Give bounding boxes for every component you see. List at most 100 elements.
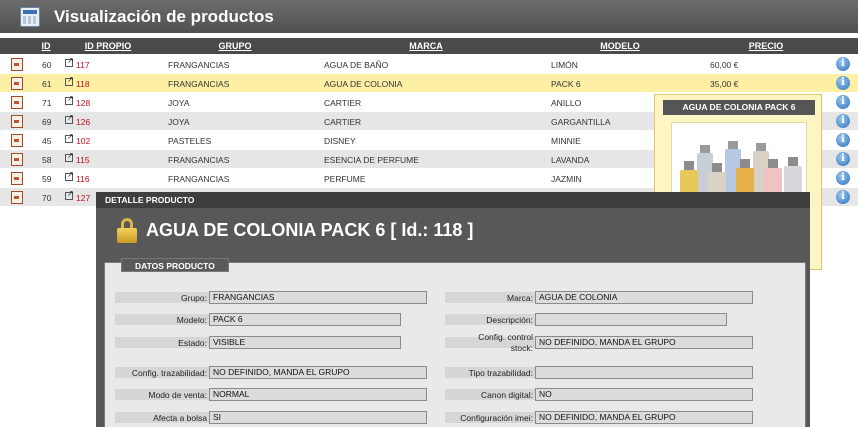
info-icon[interactable]: i (836, 76, 850, 90)
cell-marca: ESENCIA DE PERFUME (324, 155, 419, 165)
field-config-control-stock[interactable]: NO DEFINIDO, MANDA EL GRUPO (535, 336, 753, 349)
column-header-id-propio[interactable]: ID PROPIO (68, 41, 148, 51)
field-modelo[interactable]: PACK 6 (209, 313, 401, 326)
cell-id-propio: 102 (76, 136, 91, 146)
info-icon[interactable]: i (836, 171, 850, 185)
cell-modelo: LIMÓN (551, 60, 578, 70)
cell-id-propio: 127 (76, 193, 91, 203)
info-icon[interactable]: i (836, 133, 850, 147)
edit-document-icon[interactable] (11, 96, 23, 109)
external-link-icon[interactable] (65, 170, 74, 181)
field-estado[interactable]: VISIBLE (209, 336, 401, 349)
label-grupo: Grupo: (181, 293, 207, 303)
external-link-icon[interactable] (65, 94, 74, 105)
label-modelo: Modelo: (176, 315, 207, 325)
cell-id-propio: 116 (76, 174, 90, 184)
cell-modelo: MINNIE (551, 136, 581, 146)
field-marca[interactable]: AGUA DE COLONIA (535, 291, 753, 304)
detail-title: AGUA DE COLONIA PACK 6 [ Id.: 118 ] (146, 220, 474, 240)
field-tipo-trazabilidad[interactable] (535, 366, 753, 379)
field-afecta-bolsa[interactable]: SI (209, 411, 427, 424)
cell-precio: 35,00 € (710, 79, 739, 89)
cell-grupo: FRANGANCIAS (168, 79, 230, 89)
cell-id: 45 (42, 136, 52, 146)
external-link-icon[interactable] (65, 113, 74, 124)
cell-id: 70 (42, 193, 52, 203)
cell-modelo: LAVANDA (551, 155, 590, 165)
cell-modelo: GARGANTILLA (551, 117, 611, 127)
cell-marca: CARTIER (324, 98, 362, 108)
external-link-icon[interactable] (65, 75, 74, 86)
label-descripcion: Descripción: (486, 315, 533, 325)
field-canon-digital[interactable]: NO (535, 388, 753, 401)
cell-id-propio: 128 (76, 98, 91, 108)
info-icon[interactable]: i (836, 95, 850, 109)
column-header-modelo[interactable]: MODELO (590, 41, 650, 51)
cell-marca: AGUA DE BAÑO (324, 60, 389, 70)
label-estado: Estado: (178, 338, 207, 348)
field-grupo[interactable]: FRANGANCIAS (209, 291, 427, 304)
cell-grupo: FRANGANCIAS (168, 174, 230, 184)
detail-header: DETALLE PRODUCTO (96, 192, 810, 208)
cell-grupo: PASTELES (168, 136, 212, 146)
label-canon-digital: Canon digital: (481, 390, 533, 400)
title-bar: Visualización de productos (0, 0, 858, 33)
label-marca: Marca: (507, 293, 533, 303)
edit-document-icon[interactable] (11, 115, 23, 128)
product-data-section: DATOS PRODUCTO Grupo: FRANGANCIAS Marca:… (104, 258, 806, 427)
external-link-icon[interactable] (65, 56, 74, 67)
label-config-trazabilidad: Config. trazabilidad: (131, 368, 207, 378)
field-configuracion-imei[interactable]: NO DEFINIDO, MANDA EL GRUPO (535, 411, 753, 424)
cell-marca: PERFUME (324, 174, 366, 184)
external-link-icon[interactable] (65, 189, 74, 200)
cell-modelo: ANILLO (551, 98, 582, 108)
info-icon[interactable]: i (836, 190, 850, 204)
cell-id: 71 (42, 98, 52, 108)
label-modo-venta: Modo de venta: (148, 390, 207, 400)
cell-marca: AGUA DE COLONIA (324, 79, 403, 89)
info-icon[interactable]: i (836, 152, 850, 166)
section-legend: DATOS PRODUCTO (121, 258, 229, 272)
edit-document-icon[interactable] (11, 191, 23, 204)
cell-marca: DISNEY (324, 136, 356, 146)
cell-id-propio: 126 (76, 117, 91, 127)
column-header-grupo[interactable]: GRUPO (200, 41, 270, 51)
column-header-marca[interactable]: MARCA (396, 41, 456, 51)
column-header-id[interactable]: ID (36, 41, 56, 51)
edit-document-icon[interactable] (11, 58, 23, 71)
edit-document-icon[interactable] (11, 134, 23, 147)
external-link-icon[interactable] (65, 132, 74, 143)
column-header-precio[interactable]: PRECIO (736, 41, 796, 51)
external-link-icon[interactable] (65, 151, 74, 162)
spreadsheet-icon (20, 6, 40, 27)
cell-id: 69 (42, 117, 52, 127)
field-modo-venta[interactable]: NORMAL (209, 388, 427, 401)
field-descripcion[interactable] (535, 313, 727, 326)
cell-id: 61 (42, 79, 52, 89)
cell-modelo: JAZMIN (551, 174, 582, 184)
cell-id: 60 (42, 60, 52, 70)
page-title: Visualización de productos (54, 6, 274, 26)
edit-document-icon[interactable] (11, 172, 23, 185)
table-row[interactable]: 61 118 FRANGANCIAS AGUA DE COLONIA PACK 6 35,… (0, 74, 858, 93)
table-header: ID ID PROPIO GRUPO MARCA MODELO PRECIO (0, 38, 858, 54)
info-icon[interactable]: i (836, 57, 850, 71)
edit-document-icon[interactable] (11, 153, 23, 166)
cell-marca: CARTIER (324, 117, 362, 127)
label-afecta-bolsa: Afecta a bolsa (153, 413, 207, 423)
label-config-control-stock-2: stock: (510, 343, 533, 353)
cell-grupo: JOYA (168, 117, 190, 127)
label-configuracion-imei: Configuración imei: (460, 413, 533, 423)
cell-modelo: PACK 6 (551, 79, 581, 89)
field-config-trazabilidad[interactable]: NO DEFINIDO, MANDA EL GRUPO (209, 366, 427, 379)
lock-icon[interactable] (117, 218, 137, 244)
cell-id: 58 (42, 155, 52, 165)
popup-title: AGUA DE COLONIA PACK 6 (663, 100, 815, 115)
edit-document-icon[interactable] (11, 77, 23, 90)
cell-grupo: FRANGANCIAS (168, 155, 230, 165)
cell-id-propio: 117 (76, 60, 90, 70)
cell-grupo: FRANGANCIAS (168, 60, 230, 70)
info-icon[interactable]: i (836, 114, 850, 128)
label-tipo-trazabilidad: Tipo trazabilidad: (468, 368, 533, 378)
table-row[interactable]: 60 117 FRANGANCIAS AGUA DE BAÑO LIMÓN 60,00 €… (0, 55, 858, 74)
